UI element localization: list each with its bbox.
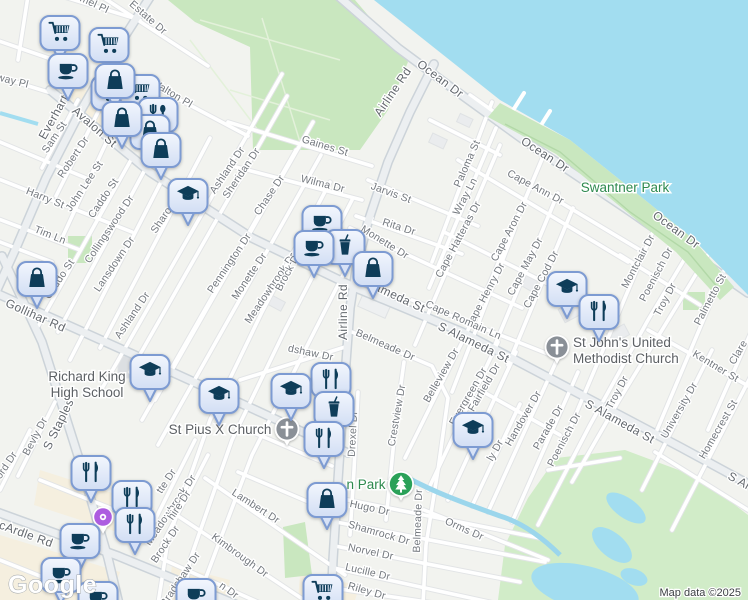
poi-label: n Park [346, 477, 385, 492]
poi-label: Methodist Church [573, 351, 679, 366]
coffee-cup-marker[interactable] [175, 578, 217, 600]
google-logo[interactable]: Google [8, 571, 98, 600]
poi-label: High School [51, 385, 124, 400]
map-attribution: Map data ©2025 [660, 587, 742, 599]
street-label: Airline Rd [336, 284, 350, 340]
street-label: Belmeade Dr [411, 489, 425, 553]
poi-label: Richard King [48, 369, 125, 384]
poi-label: St John's United [573, 335, 671, 350]
poi-label: Swantner Park [581, 180, 670, 195]
map-canvas[interactable]: Ocean Dr Ocean Dr Ocean Dr Airline Rd Airlin… [0, 0, 748, 600]
shopping-cart-marker[interactable] [302, 574, 344, 600]
